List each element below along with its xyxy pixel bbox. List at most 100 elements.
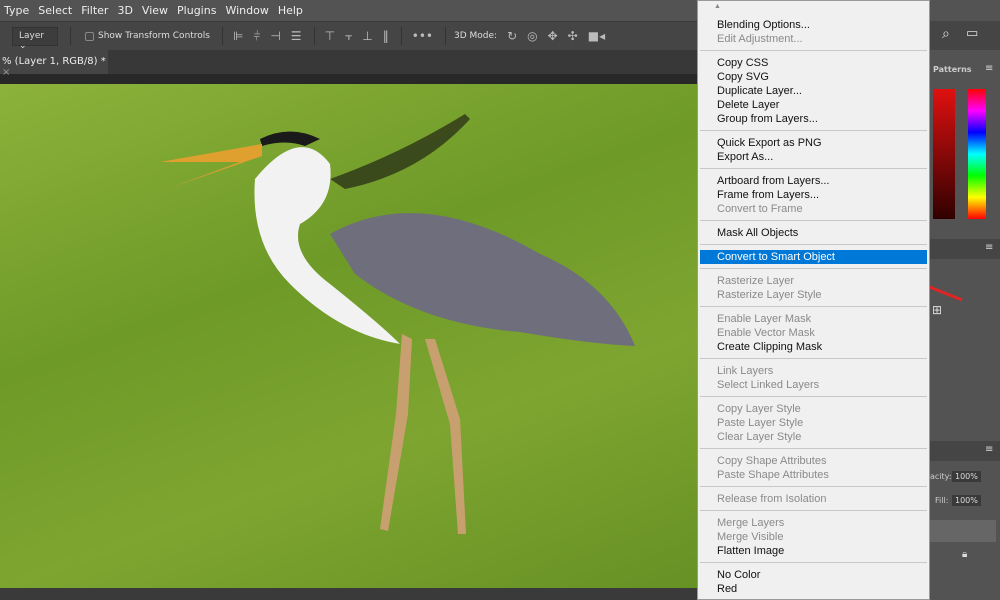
document-tab[interactable]: % (Layer 1, RGB/8) * × (0, 50, 108, 78)
roll-icon[interactable]: ◎ (527, 29, 537, 43)
menu-item-select-linked-layers: Select Linked Layers (717, 379, 820, 391)
menu-separator (698, 444, 929, 454)
menu-item-enable-layer-mask: Enable Layer Mask (717, 313, 812, 325)
divider (222, 27, 223, 45)
menu-item-mask-all-objects[interactable]: Mask All Objects (700, 226, 927, 240)
menu-separator (698, 240, 929, 250)
menu-item-frame-from-layers[interactable]: Frame from Layers... (700, 188, 927, 202)
menu-item-copy-css[interactable]: Copy CSS (700, 56, 927, 70)
menu-select[interactable]: Select (38, 4, 72, 17)
scroll-up-arrow-icon[interactable]: ▲ (714, 3, 721, 10)
divider (400, 27, 402, 45)
menu-separator (698, 506, 929, 516)
menu-item-no-color[interactable]: No Color (700, 568, 927, 582)
align-bottom-icon[interactable]: ⊥ (362, 29, 372, 43)
heron-leg (380, 334, 412, 531)
heron-leg (425, 339, 466, 534)
menu-item-merge-layers: Merge Layers (717, 517, 785, 529)
align-center-icon[interactable]: ⫩ (253, 29, 260, 44)
menu-separator (698, 558, 929, 568)
panel-menu-icon[interactable]: ≡ (985, 242, 993, 253)
align-left-icon[interactable]: ⊫ (233, 29, 243, 43)
menu-separator (698, 392, 929, 402)
right-panels: ⌕ ▭ Patterns ≡ ≡ ⊞ ≡ acity: 100% Fill: 1… (930, 21, 1000, 600)
more-options-button[interactable]: ••• (412, 29, 433, 43)
menu-item-convert-to-frame: Convert to Frame (717, 203, 803, 215)
menu-window[interactable]: Window (225, 4, 268, 17)
show-transform-checkbox[interactable]: Show Transform Controls (85, 31, 210, 41)
align-top-icon[interactable]: ⊤ (325, 29, 335, 43)
fill-field[interactable]: 100% (952, 495, 981, 506)
menu-separator (698, 216, 929, 226)
orbit-icon[interactable]: ↻ (507, 29, 517, 43)
heron-crest (260, 131, 320, 146)
menu-filter[interactable]: Filter (81, 4, 108, 17)
menu-item-merge-visible: Merge Visible (717, 531, 784, 543)
align-middle-icon[interactable]: ⫟ (345, 29, 352, 44)
menu-item-edit-adjustment: Edit Adjustment... (717, 33, 803, 45)
menu-item-convert-to-smart-object[interactable]: Convert to Smart Object (700, 250, 927, 264)
layer-row-selected[interactable] (930, 520, 996, 542)
menu-type[interactable]: Type (4, 4, 29, 17)
divider (313, 27, 315, 45)
menu-item-red[interactable]: Red (700, 582, 927, 596)
opacity-field[interactable]: 100% (952, 471, 981, 482)
menu-item-release-from-isolation: Release from Isolation (717, 493, 827, 505)
layers-panel-header: ≡ (930, 441, 1000, 461)
menu-separator (698, 302, 929, 312)
menu-item-paste-shape-attributes: Paste Shape Attributes (717, 469, 829, 481)
menu-item-copy-layer-style: Copy Layer Style (717, 403, 801, 415)
search-icon[interactable]: ⌕ (942, 26, 950, 42)
menu-separator (698, 164, 929, 174)
lock-icon[interactable]: 🔒︎ (962, 549, 967, 560)
pan-icon[interactable]: ✥ (548, 29, 558, 43)
background-bird-shadow (330, 114, 470, 189)
hue-slider[interactable] (968, 89, 986, 219)
checkbox-icon (85, 31, 94, 41)
menu-item-link-layers: Link Layers (717, 365, 774, 377)
distribute-icon[interactable]: ☰ (291, 29, 302, 43)
menu-view[interactable]: View (142, 4, 168, 17)
workspace-icon[interactable]: ▭ (966, 26, 978, 41)
menu-item-blending-options[interactable]: Blending Options... (700, 18, 927, 32)
heron-beak (160, 144, 262, 188)
menu-item-create-clipping-mask[interactable]: Create Clipping Mask (700, 340, 927, 354)
panel-menu-icon[interactable]: ≡ (985, 444, 993, 455)
menu-item-copy-shape-attributes: Copy Shape Attributes (717, 455, 827, 467)
menu-plugins[interactable]: Plugins (177, 4, 216, 17)
fill-label: Fill: (935, 496, 949, 505)
menu-item-paste-layer-style: Paste Layer Style (717, 417, 804, 429)
3d-mode-label: 3D Mode: (453, 31, 498, 41)
color-field[interactable] (933, 89, 955, 219)
menu-separator (698, 126, 929, 136)
slide-icon[interactable]: ✣ (568, 29, 578, 43)
menu-item-quick-export-as-png[interactable]: Quick Export as PNG (700, 136, 927, 150)
menu-item-enable-vector-mask: Enable Vector Mask (717, 327, 815, 339)
menu-item-export-as[interactable]: Export As... (700, 150, 927, 164)
menu-item-rasterize-layer: Rasterize Layer (717, 275, 795, 287)
menu-item-clear-layer-style: Clear Layer Style (717, 431, 802, 443)
menu-help[interactable]: Help (278, 4, 303, 17)
menu-item-group-from-layers[interactable]: Group from Layers... (700, 112, 927, 126)
menu-separator (698, 264, 929, 274)
divider (444, 27, 446, 45)
divider (70, 27, 71, 45)
menu-separator (698, 46, 929, 56)
menu-3d[interactable]: 3D (117, 4, 132, 17)
menu-separator (698, 482, 929, 492)
menu-item-copy-svg[interactable]: Copy SVG (700, 70, 927, 84)
menu-separator (698, 354, 929, 364)
dropdown-value: Layer (19, 30, 45, 41)
close-tab-icon[interactable]: × (2, 67, 10, 78)
camera-icon[interactable]: ■◂ (588, 29, 605, 43)
auto-select-dropdown[interactable]: Layer ⌄ (12, 26, 58, 51)
panel-menu-icon[interactable]: ≡ (985, 63, 993, 74)
distribute-vertical-icon[interactable]: ‖ (383, 29, 389, 43)
align-right-icon[interactable]: ⊣ (270, 29, 280, 43)
layer-context-menu: ▲ Blending Options... Edit Adjustment... C… (697, 0, 930, 600)
patterns-tab[interactable]: Patterns (933, 65, 972, 74)
menu-item-flatten-image[interactable]: Flatten Image (700, 544, 927, 558)
menu-item-duplicate-layer[interactable]: Duplicate Layer... (700, 84, 927, 98)
menu-item-delete-layer[interactable]: Delete Layer (700, 98, 927, 112)
menu-item-artboard-from-layers[interactable]: Artboard from Layers... (700, 174, 927, 188)
